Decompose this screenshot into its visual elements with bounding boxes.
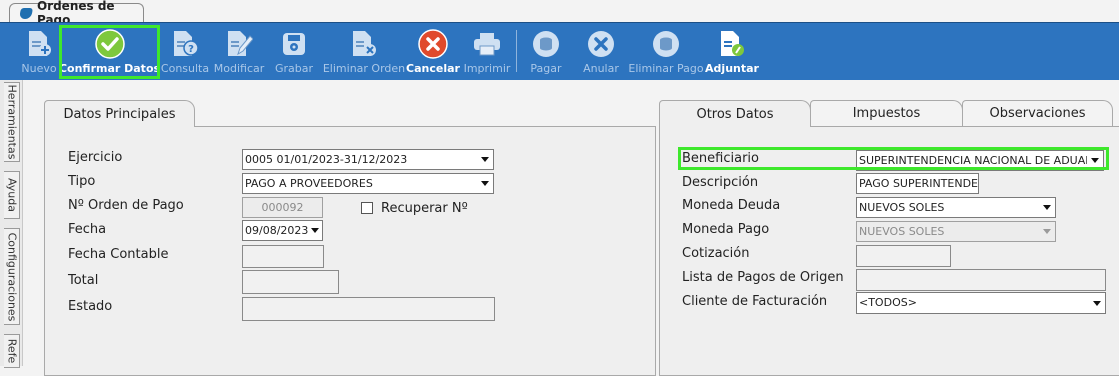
orden-label: Nº Orden de Pago: [68, 198, 184, 213]
side-tab-ayuda[interactable]: Ayuda: [4, 171, 20, 219]
orden-field[interactable]: 000092: [242, 197, 323, 218]
estado-field[interactable]: [242, 297, 495, 321]
consulta-button[interactable]: ? Consulta: [160, 23, 210, 81]
imprimir-button[interactable]: Imprimir: [463, 23, 511, 81]
fecha-label: Fecha: [68, 222, 107, 237]
chevron-down-icon[interactable]: [1089, 293, 1105, 313]
tipo-select[interactable]: PAGO A PROVEEDORES: [242, 173, 494, 194]
fecha-contable-label: Fecha Contable: [68, 247, 169, 262]
cancelar-label: Cancelar: [406, 62, 460, 75]
fecha-picker[interactable]: 09/08/2023: [242, 220, 323, 241]
nuevo-button[interactable]: Nuevo: [21, 23, 57, 81]
moneda-deuda-label: Moneda Deuda: [682, 198, 781, 213]
chevron-down-icon[interactable]: [1039, 198, 1055, 217]
save-icon: [283, 33, 305, 55]
fecha-contable-field[interactable]: [242, 245, 324, 268]
tab-otros-datos[interactable]: Otros Datos: [659, 100, 811, 127]
printer-icon: [474, 33, 500, 56]
lista-pagos-field[interactable]: [856, 269, 1106, 291]
anular-button[interactable]: Anular: [580, 23, 622, 81]
adjuntar-button[interactable]: Adjuntar: [705, 23, 759, 81]
moneda-deuda-select[interactable]: NUEVOS SOLES: [856, 197, 1056, 218]
total-label: Total: [68, 273, 99, 288]
check-circle-icon: [94, 29, 125, 59]
tipo-label: Tipo: [68, 174, 96, 189]
chevron-down-icon[interactable]: [477, 174, 493, 193]
delete-document-icon: [353, 31, 376, 56]
beneficiario-select[interactable]: SUPERINTENDENCIA NACIONAL DE ADUANAS Y D…: [856, 150, 1104, 171]
cancelar-button[interactable]: Cancelar: [406, 23, 460, 81]
imprimir-label: Imprimir: [463, 62, 511, 75]
recuperar-checkbox[interactable]: [361, 202, 373, 214]
tab-observaciones[interactable]: Observaciones: [962, 100, 1113, 126]
eliminar-orden-label: Eliminar Orden: [322, 62, 406, 75]
total-field[interactable]: [242, 270, 339, 294]
ejercicio-select[interactable]: 0005 01/01/2023-31/12/2023: [242, 149, 494, 170]
tab-impuestos[interactable]: Impuestos: [810, 100, 963, 126]
consulta-label: Consulta: [160, 62, 210, 75]
eliminar-pago-label: Eliminar Pago: [628, 62, 704, 75]
eliminar-orden-button[interactable]: Eliminar Orden: [323, 23, 405, 81]
toolbar-separator: [516, 30, 517, 72]
grabar-label: Grabar: [274, 62, 314, 75]
side-tab-herramientas[interactable]: Herramientas: [4, 82, 20, 162]
nuevo-label: Nuevo: [21, 62, 57, 75]
pagar-label: Pagar: [530, 62, 562, 75]
confirmar-datos-label: Confirmar Datos: [58, 62, 161, 75]
tab-datos-principales[interactable]: Datos Principales: [44, 100, 195, 127]
descripcion-label: Descripción: [682, 175, 759, 190]
side-tab-bar: Herramientas Ayuda Configuraciones Refe: [0, 80, 23, 368]
cliente-facturacion-select[interactable]: <TODOS>: [856, 292, 1106, 314]
delete-payment-icon: [653, 31, 679, 57]
estado-label: Estado: [68, 299, 113, 314]
query-document-icon: ?: [174, 31, 199, 56]
new-document-icon: [29, 31, 51, 56]
side-tab-configuraciones[interactable]: Configuraciones: [4, 228, 20, 325]
chevron-down-icon[interactable]: [1087, 151, 1103, 170]
attach-document-icon: [721, 31, 744, 56]
side-tab-referencias[interactable]: Refe: [4, 334, 20, 368]
adjuntar-label: Adjuntar: [705, 62, 759, 75]
pagar-button[interactable]: Pagar: [526, 23, 566, 81]
moneda-pago-label: Moneda Pago: [682, 222, 770, 237]
modificar-button[interactable]: Modificar: [212, 23, 266, 81]
cancel-circle-icon: [418, 29, 448, 59]
svg-text:?: ?: [188, 44, 194, 55]
anular-label: Anular: [583, 62, 619, 75]
eliminar-pago-button[interactable]: Eliminar Pago: [628, 23, 704, 81]
recuperar-label: Recuperar Nº: [381, 201, 468, 216]
beneficiario-label: Beneficiario: [682, 151, 759, 166]
window-tab-ordenes-de-pago[interactable]: Ordenes de Pago: [9, 0, 144, 27]
chevron-down-icon[interactable]: [477, 150, 493, 169]
confirmar-datos-button[interactable]: Confirmar Datos: [58, 23, 161, 81]
cliente-facturacion-label: Cliente de Facturación: [682, 294, 828, 309]
moneda-pago-select[interactable]: NUEVOS SOLES: [856, 221, 1056, 242]
descripcion-field[interactable]: PAGO SUPERINTENDENCI: [856, 173, 979, 194]
void-x-icon: [588, 31, 614, 57]
ejercicio-label: Ejercicio: [68, 150, 123, 165]
cotizacion-label: Cotización: [682, 246, 750, 261]
chevron-down-icon[interactable]: [1039, 222, 1055, 241]
grabar-button[interactable]: Grabar: [271, 23, 317, 81]
toolbar: Nuevo Confirmar Datos ? Consulta Modific…: [0, 22, 1119, 80]
lista-pagos-label: Lista de Pagos de Origen: [682, 270, 844, 285]
app-icon: [19, 7, 33, 19]
edit-document-icon: [228, 31, 253, 56]
pay-coins-icon: [533, 31, 559, 57]
modificar-label: Modificar: [213, 62, 265, 75]
chevron-down-icon[interactable]: [308, 221, 322, 240]
cotizacion-field[interactable]: [856, 245, 951, 267]
